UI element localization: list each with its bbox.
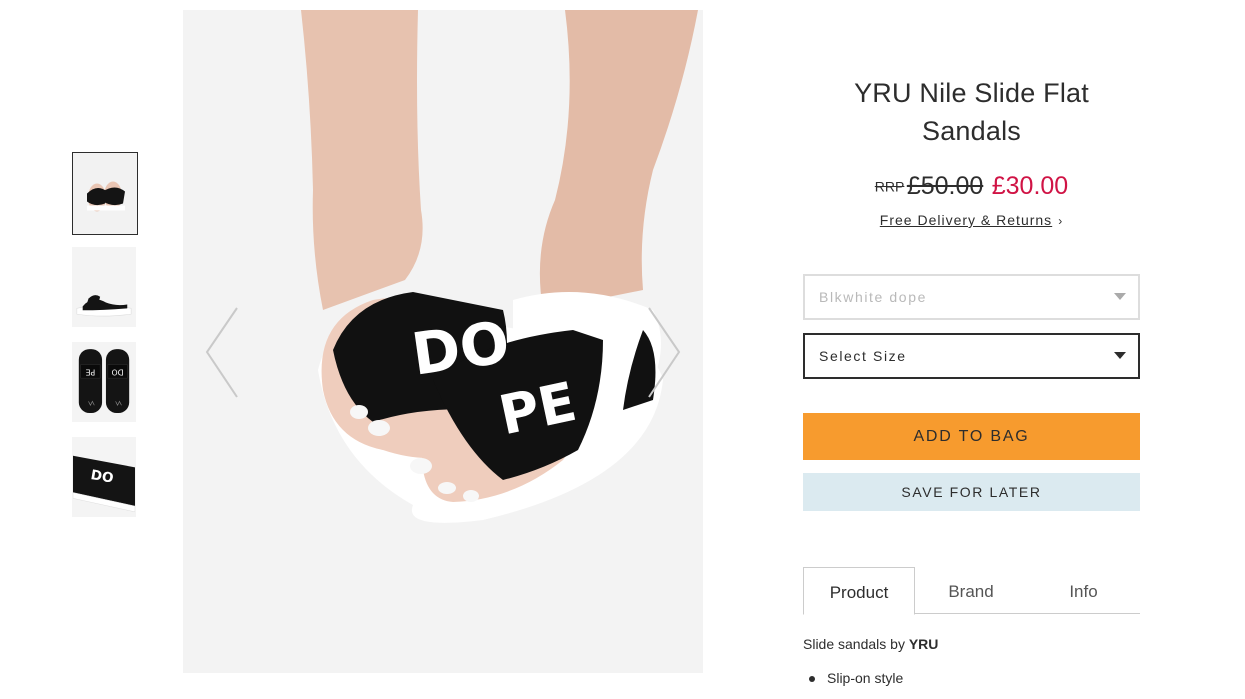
size-select-value: Select Size	[819, 348, 907, 364]
strap-text-left: DO	[408, 308, 514, 389]
caret-down-icon	[1114, 352, 1126, 359]
product-photo: DO PE	[183, 10, 703, 673]
save-for-later-button[interactable]: SAVE FOR LATER	[803, 473, 1140, 511]
tab-product[interactable]: Product	[803, 567, 915, 615]
thumbnail-2[interactable]	[72, 247, 136, 327]
thumbnail-1-image	[73, 153, 137, 234]
original-price: £50.00	[906, 172, 984, 200]
info-tabs: Product Brand Info	[803, 567, 1140, 615]
caret-down-icon	[1114, 293, 1126, 300]
thumbnail-list: PE DO DO	[72, 152, 138, 532]
thumbnail-1[interactable]	[72, 152, 138, 235]
price-row: RRP £50.00 £30.00	[803, 172, 1140, 202]
main-product-image: DO PE	[183, 10, 703, 673]
tab-info[interactable]: Info	[1027, 567, 1140, 614]
thumbnail-3[interactable]: PE DO	[72, 342, 136, 422]
add-to-bag-button[interactable]: ADD TO BAG	[803, 413, 1140, 460]
description-brand: YRU	[908, 636, 939, 652]
thumbnail-3-strap-text-2: DO	[112, 367, 124, 376]
free-delivery-link[interactable]: Free Delivery & Returns	[880, 212, 1052, 228]
previous-image-button[interactable]	[203, 305, 243, 400]
product-title: YRU Nile Slide Flat Sandals	[854, 78, 1089, 146]
tab-brand[interactable]: Brand	[915, 567, 1027, 614]
chevron-right-icon: ›	[1058, 214, 1064, 228]
delivery-info: Free Delivery & Returns ›	[803, 212, 1140, 228]
rrp-label: RRP	[874, 178, 905, 195]
size-select[interactable]: Select Size	[803, 333, 1140, 379]
thumbnail-4[interactable]: DO	[72, 437, 136, 517]
product-panel: YRU Nile Slide Flat Sandals RRP £50.00 £…	[803, 74, 1140, 686]
next-image-button[interactable]	[643, 305, 683, 400]
thumbnail-3-strap-text: PE	[86, 367, 96, 376]
feature-item: Slip-on style	[803, 670, 1140, 686]
colour-select[interactable]: Blkwhite dope	[803, 274, 1140, 320]
colour-select-value: Blkwhite dope	[819, 289, 927, 305]
sale-price: £30.00	[991, 172, 1069, 200]
chevron-left-icon	[205, 307, 238, 398]
product-description: Slide sandals by YRU	[803, 636, 1140, 652]
thumbnail-2-image	[73, 248, 135, 326]
thumbnail-4-image: DO	[73, 438, 135, 516]
thumbnail-3-image: PE DO	[73, 343, 135, 421]
chevron-right-icon	[648, 307, 681, 398]
feature-list: Slip-on style	[803, 670, 1140, 686]
description-intro: Slide sandals by	[803, 636, 909, 652]
